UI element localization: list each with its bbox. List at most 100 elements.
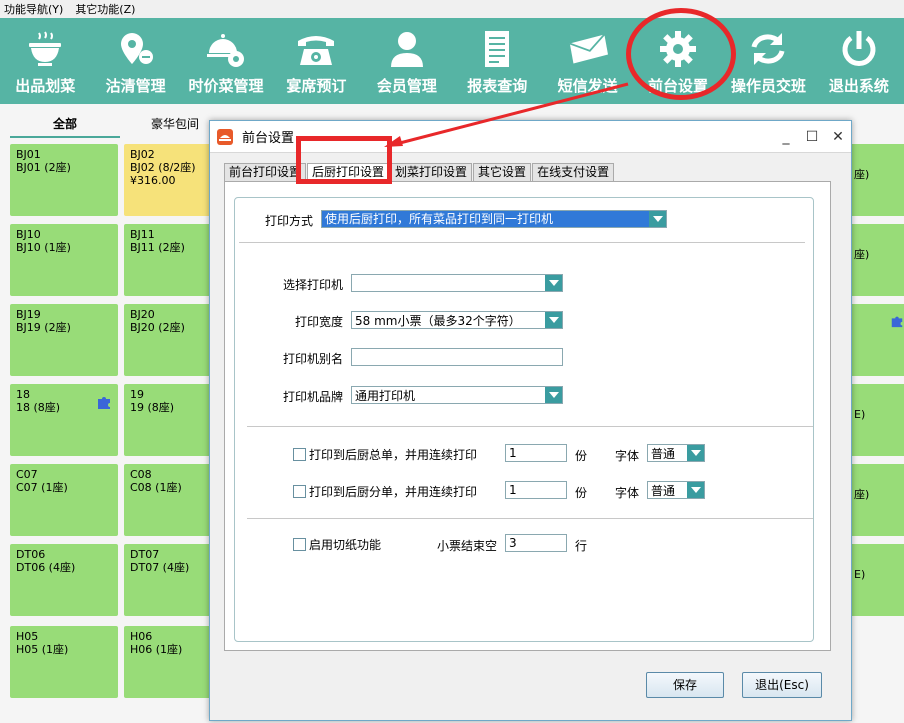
table-tile[interactable]: BJ10 BJ10 (1座) <box>10 224 118 296</box>
settings-frame: 打印方式 使用后厨打印，所有菜品打印到同一打印机 选择打印机 打印宽度 58 m… <box>234 197 814 642</box>
paper-cut-checkbox[interactable]: 启用切纸功能 <box>293 536 381 553</box>
report-icon <box>477 29 517 69</box>
toolbar-serve-button[interactable]: 出品划菜 <box>0 18 90 104</box>
kitchen-split-copies-input[interactable]: 1 <box>505 481 567 499</box>
copies-unit: 份 <box>575 449 588 463</box>
printer-alias-input[interactable] <box>351 348 563 366</box>
close-icon[interactable]: ✕ <box>825 127 851 147</box>
save-button[interactable]: 保存 <box>646 672 724 698</box>
tab-other-settings[interactable]: 其它设置 <box>473 163 532 181</box>
kitchen-total-checkbox[interactable]: 打印到后厨总单，并用连续打印 <box>293 446 477 463</box>
divider <box>239 242 805 243</box>
chevron-down-icon[interactable] <box>545 387 562 403</box>
chevron-down-icon[interactable] <box>649 211 666 227</box>
dialog-tabs: 前台打印设置 后厨打印设置 划菜打印设置 其它设置 在线支付设置 <box>224 163 615 181</box>
table-name: E) <box>854 408 866 421</box>
chevron-down-icon[interactable] <box>545 312 562 328</box>
table-name: H05 (1座) <box>16 643 69 656</box>
printer-select[interactable] <box>351 274 563 292</box>
toolbar-banquet-button[interactable]: 宴席预订 <box>271 18 361 104</box>
tab-kitchen-print[interactable]: 后厨打印设置 <box>307 163 390 181</box>
printer-brand-value: 通用打印机 <box>355 388 416 403</box>
settings-dialog: 前台设置 _ ☐ ✕ 前台打印设置 后厨打印设置 划菜打印设置 其它设置 在线支… <box>209 120 852 721</box>
print-mode-select[interactable]: 使用后厨打印，所有菜品打印到同一打印机 <box>321 210 667 228</box>
table-name: 座) <box>854 168 870 181</box>
toolbar-exit-button[interactable]: 退出系统 <box>814 18 904 104</box>
print-width-select[interactable]: 58 mm小票（最多32个字符） <box>351 311 563 329</box>
table-name: 座) <box>854 248 870 261</box>
location-pin-icon <box>116 29 156 69</box>
dialog-title: 前台设置 <box>242 131 295 146</box>
toolbar-label: 出品划菜 <box>15 77 76 95</box>
kitchen-split-font-select[interactable]: 普通 <box>647 481 705 499</box>
toolbar-label: 时价菜管理 <box>188 77 264 95</box>
power-icon <box>839 29 879 69</box>
table-tile[interactable]: E) <box>848 544 904 616</box>
kitchen-total-copies-input[interactable]: 1 <box>505 444 567 462</box>
table-tile[interactable]: BJ19 BJ19 (2座) <box>10 304 118 376</box>
printer-brand-select[interactable]: 通用打印机 <box>351 386 563 404</box>
table-tile[interactable] <box>848 304 904 376</box>
toolbar-shift-button[interactable]: 操作员交班 <box>723 18 813 104</box>
blank-lines-label: 小票结束空 <box>437 539 498 553</box>
table-name: 座) <box>854 488 870 501</box>
table-tile[interactable]: H05 H05 (1座) <box>10 626 118 698</box>
divider <box>247 426 813 427</box>
table-tile[interactable]: BJ01 BJ01 (2座) <box>10 144 118 216</box>
table-tile[interactable]: 座) <box>848 224 904 296</box>
kitchen-split-checkbox[interactable]: 打印到后厨分单，并用连续打印 <box>293 483 477 500</box>
exit-button[interactable]: 退出(Esc) <box>742 672 822 698</box>
width-label: 打印宽度 <box>294 315 343 329</box>
table-name: DT06 (4座) <box>16 561 76 574</box>
table-name: BJ01 (2座) <box>16 161 71 174</box>
gear-icon <box>658 29 698 69</box>
menu-other[interactable]: 其它功能(Z) <box>75 1 135 17</box>
toolbar-sms-button[interactable]: 短信发送 <box>542 18 632 104</box>
chevron-down-icon[interactable] <box>687 482 704 498</box>
kitchen-total-label: 打印到后厨总单，并用连续打印 <box>309 448 478 462</box>
toolbar-label: 操作员交班 <box>730 77 806 95</box>
toolbar-label: 沽清管理 <box>105 77 166 95</box>
font-value: 普通 <box>651 483 676 498</box>
print-width-value: 58 mm小票（最多32个字符） <box>355 313 521 328</box>
kitchen-total-font-select[interactable]: 普通 <box>647 444 705 462</box>
menu-nav[interactable]: 功能导航(Y) <box>4 1 63 17</box>
toolbar-member-button[interactable]: 会员管理 <box>362 18 452 104</box>
print-mode-value: 使用后厨打印，所有菜品打印到同一打印机 <box>322 211 649 227</box>
checkbox-box[interactable] <box>293 485 306 498</box>
font-label: 字体 <box>615 449 640 463</box>
table-tile[interactable]: 座) <box>848 144 904 216</box>
toolbar-market-price-button[interactable]: 时价菜管理 <box>181 18 271 104</box>
checkbox-box[interactable] <box>293 448 306 461</box>
toolbar-label: 会员管理 <box>376 77 437 95</box>
toolbar-label: 前台设置 <box>648 77 709 95</box>
tab-front-print[interactable]: 前台打印设置 <box>224 163 307 181</box>
brand-label: 打印机品牌 <box>282 390 343 404</box>
puzzle-icon <box>891 316 903 328</box>
chevron-down-icon[interactable] <box>545 275 562 291</box>
toolbar-label: 短信发送 <box>557 77 618 95</box>
toolbar-soldout-button[interactable]: 沽清管理 <box>90 18 180 104</box>
maximize-icon[interactable]: ☐ <box>799 127 825 147</box>
table-tile[interactable]: C07 C07 (1座) <box>10 464 118 536</box>
toolbar-report-button[interactable]: 报表查询 <box>452 18 542 104</box>
table-tile[interactable]: DT06 DT06 (4座) <box>10 544 118 616</box>
table-name: C07 (1座) <box>16 481 68 494</box>
table-tile[interactable]: 18 18 (8座) <box>10 384 118 456</box>
table-code: H05 <box>16 630 39 643</box>
font-value: 普通 <box>651 446 676 461</box>
minimize-icon[interactable]: _ <box>773 127 799 147</box>
table-tile[interactable]: 座) <box>848 464 904 536</box>
category-tab-all[interactable]: 全部 <box>10 112 120 138</box>
table-tile[interactable]: E) <box>848 384 904 456</box>
chevron-down-icon[interactable] <box>687 445 704 461</box>
toolbar-settings-button[interactable]: 前台设置 <box>633 18 723 104</box>
tab-online-payment[interactable]: 在线支付设置 <box>532 163 615 181</box>
blank-lines-input[interactable]: 3 <box>505 534 567 552</box>
tab-serve-print[interactable]: 划菜打印设置 <box>390 163 473 181</box>
paper-cut-label: 启用切纸功能 <box>309 538 382 552</box>
dialog-titlebar[interactable]: 前台设置 _ ☐ ✕ <box>210 121 851 153</box>
checkbox-box[interactable] <box>293 538 306 551</box>
toolbar-label: 宴席预订 <box>286 77 347 95</box>
table-code: C07 <box>16 468 38 481</box>
